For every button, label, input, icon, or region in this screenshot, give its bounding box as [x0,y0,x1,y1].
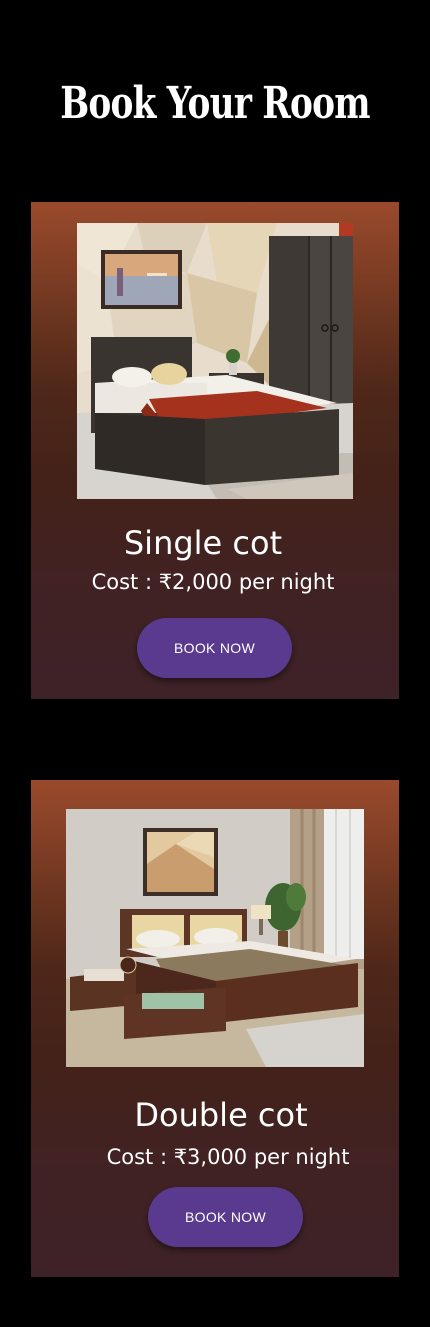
single-bed-room-photo [77,223,353,499]
room-card-single: Single cot Cost : ₹2,000 per night BOOK … [31,202,399,699]
page-title: Book Your Room [60,78,370,129]
room-cost: Cost : ₹2,000 per night [91,570,335,594]
book-now-button[interactable]: BOOK NOW [137,618,292,678]
room-name: Single cot [123,524,283,562]
room-card-double: Double cot Cost : ₹3,000 per night BOOK … [31,780,399,1277]
room-cost: Cost : ₹3,000 per night [106,1145,350,1169]
double-bed-room-photo [66,809,364,1067]
room-name: Double cot [134,1096,308,1134]
book-now-button[interactable]: BOOK NOW [148,1187,303,1247]
